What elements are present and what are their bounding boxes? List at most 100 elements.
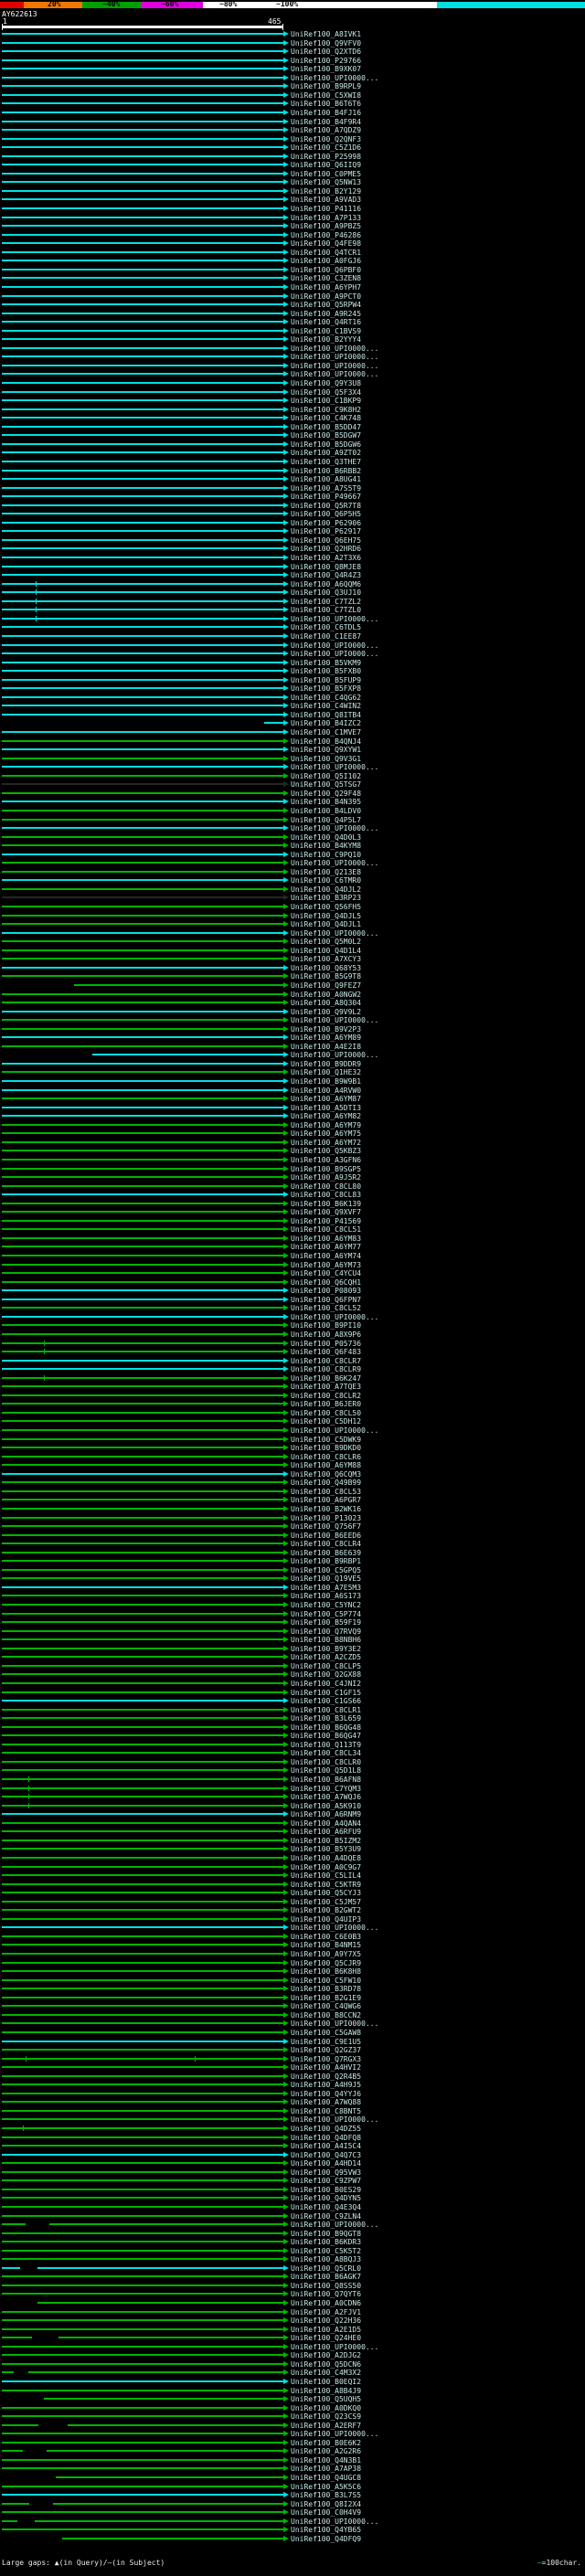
hit-row[interactable]: UniRef100_Q9V9L2 <box>0 1008 585 1016</box>
hit-label[interactable]: UniRef100_C8CLR9 <box>291 1365 361 1373</box>
hit-row[interactable]: UniRef100_B59F19 <box>0 1618 585 1627</box>
hit-row[interactable]: UniRef100_A6YM87 <box>0 1095 585 1103</box>
hit-row[interactable]: UniRef100_B4IZC2 <box>0 719 585 727</box>
hit-row[interactable]: UniRef100_UPI0000... <box>0 2518 585 2526</box>
hit-label[interactable]: UniRef100_Q24HE0 <box>291 2334 361 2342</box>
hit-label[interactable]: UniRef100_B6E639 <box>291 1549 361 1557</box>
hit-label[interactable]: UniRef100_B6AGK7 <box>291 2273 361 2281</box>
hit-row[interactable]: UniRef100_Q8ITB4 <box>0 711 585 719</box>
hit-row[interactable]: UniRef100_Q2GZ37 <box>0 2046 585 2054</box>
hit-label[interactable]: UniRef100_A2DJG2 <box>291 2351 361 2359</box>
hit-label[interactable]: UniRef100_Q756F7 <box>291 1522 361 1531</box>
hit-label[interactable]: UniRef100_Q5R7T8 <box>291 502 361 510</box>
hit-row[interactable]: UniRef100_B5DGW6 <box>0 440 585 449</box>
hit-row[interactable]: UniRef100_A0NGW2 <box>0 991 585 999</box>
hit-label[interactable]: UniRef100_UPI0000... <box>291 2518 378 2526</box>
hit-label[interactable]: UniRef100_B0EQI2 <box>291 2378 361 2386</box>
hit-label[interactable]: UniRef100_B5IZM2 <box>291 1837 361 1845</box>
hit-label[interactable]: UniRef100_A2FJV1 <box>291 2308 361 2316</box>
hit-label[interactable]: UniRef100_Q95VW3 <box>291 2168 361 2177</box>
hit-label[interactable]: UniRef100_C8CLR6 <box>291 1453 361 1461</box>
hit-row[interactable]: UniRef100_B5FXP8 <box>0 684 585 693</box>
hit-row[interactable]: UniRef100_A7AP38 <box>0 2465 585 2473</box>
hit-row[interactable]: UniRef100_Q5R7T8 <box>0 502 585 510</box>
hit-label[interactable]: UniRef100_B6KDR3 <box>291 2238 361 2246</box>
hit-label[interactable]: UniRef100_Q5F3X4 <box>291 388 361 397</box>
hit-row[interactable]: UniRef100_B6K139 <box>0 1200 585 1208</box>
hit-label[interactable]: UniRef100_A4DQE8 <box>291 1854 361 1862</box>
hit-row[interactable]: UniRef100_A7E5M3 <box>0 1584 585 1592</box>
hit-label[interactable]: UniRef100_A7QDZ9 <box>291 126 361 134</box>
hit-label[interactable]: UniRef100_Q4RT16 <box>291 318 361 326</box>
hit-label[interactable]: UniRef100_A4HVI2 <box>291 2063 361 2072</box>
hit-row[interactable]: UniRef100_UPI0000... <box>0 1426 585 1435</box>
hit-row[interactable]: UniRef100_A0CDN6 <box>0 2299 585 2307</box>
hit-row[interactable]: UniRef100_UPI0000... <box>0 615 585 623</box>
hit-row[interactable]: UniRef100_P49667 <box>0 493 585 501</box>
hit-row[interactable]: UniRef100_B3L659 <box>0 1714 585 1723</box>
hit-row[interactable]: UniRef100_C8CLP5 <box>0 1662 585 1670</box>
hit-row[interactable]: UniRef100_A6YM73 <box>0 1261 585 1269</box>
hit-label[interactable]: UniRef100_UPI0000... <box>291 1924 378 1932</box>
hit-row[interactable]: UniRef100_A9PBZ5 <box>0 222 585 230</box>
hit-label[interactable]: UniRef100_B9SGP5 <box>291 1165 361 1173</box>
hit-label[interactable]: UniRef100_C5GPQ5 <box>291 1566 361 1574</box>
hit-row[interactable]: UniRef100_Q9XVF7 <box>0 1208 585 1216</box>
hit-row[interactable]: UniRef100_P41116 <box>0 205 585 213</box>
hit-row[interactable]: UniRef100_C5KTR9 <box>0 1881 585 1889</box>
hit-row[interactable]: UniRef100_Q4DFQ8 <box>0 2134 585 2142</box>
hit-row[interactable]: UniRef100_Q5UQH5 <box>0 2395 585 2403</box>
hit-label[interactable]: UniRef100_B9RBP1 <box>291 1557 361 1565</box>
hit-label[interactable]: UniRef100_C5GAW8 <box>291 2029 361 2037</box>
hit-row[interactable]: UniRef100_C8CL83 <box>0 1191 585 1199</box>
hit-row[interactable]: UniRef100_C8CLR7 <box>0 1357 585 1365</box>
hit-row[interactable]: UniRef100_B6K247 <box>0 1374 585 1383</box>
hit-row[interactable]: UniRef100_Q5I102 <box>0 772 585 780</box>
hit-row[interactable]: UniRef100_UPI0000... <box>0 370 585 378</box>
hit-row[interactable]: UniRef100_C9E1U5 <box>0 2038 585 2046</box>
hit-row[interactable]: UniRef100_Q9VFV0 <box>0 39 585 48</box>
hit-row[interactable]: UniRef100_A9VAD3 <box>0 196 585 204</box>
hit-label[interactable]: UniRef100_UPI0000... <box>291 1313 378 1321</box>
hit-label[interactable]: UniRef100_Q6IIQ9 <box>291 161 361 169</box>
hit-label[interactable]: UniRef100_UPI0000... <box>291 650 378 658</box>
hit-label[interactable]: UniRef100_Q29F48 <box>291 790 361 798</box>
hit-label[interactable]: UniRef100_Q8SS50 <box>291 2282 361 2290</box>
hit-row[interactable]: UniRef100_Q7QYT6 <box>0 2290 585 2298</box>
hit-row[interactable]: UniRef100_Q6PBF0 <box>0 266 585 274</box>
hit-label[interactable]: UniRef100_B4LDV0 <box>291 807 361 815</box>
hit-label[interactable]: UniRef100_C1MVE7 <box>291 728 361 737</box>
hit-label[interactable]: UniRef100_UPI0000... <box>291 641 378 650</box>
hit-label[interactable]: UniRef100_Q9VFV0 <box>291 39 361 48</box>
hit-label[interactable]: UniRef100_Q4Q7C3 <box>291 2151 361 2159</box>
hit-row[interactable]: UniRef100_B9DDR9 <box>0 1060 585 1068</box>
hit-row[interactable]: UniRef100_UPI0000... <box>0 929 585 938</box>
hit-label[interactable]: UniRef100_B9Y3E2 <box>291 1645 361 1653</box>
hit-row[interactable]: UniRef100_A2FJV1 <box>0 2308 585 2316</box>
hit-row[interactable]: UniRef100_B0ES29 <box>0 2186 585 2194</box>
hit-label[interactable]: UniRef100_B59F19 <box>291 1618 361 1627</box>
hit-label[interactable]: UniRef100_Q5CYJ3 <box>291 1889 361 1897</box>
hit-row[interactable]: UniRef100_A8BQJ3 <box>0 2255 585 2263</box>
hit-row[interactable]: UniRef100_C3ZEN8 <box>0 274 585 282</box>
hit-row[interactable]: UniRef100_A4DQE8 <box>0 1854 585 1862</box>
hit-row[interactable]: UniRef100_Q6CQM3 <box>0 1470 585 1479</box>
hit-row[interactable]: UniRef100_Q4UGC8 <box>0 2474 585 2482</box>
hit-row[interactable]: UniRef100_A4H9J5 <box>0 2081 585 2089</box>
hit-row[interactable]: UniRef100_A2ERF7 <box>0 2422 585 2430</box>
hit-label[interactable]: UniRef100_A6YM75 <box>291 1129 361 1138</box>
hit-row[interactable]: UniRef100_B2WK16 <box>0 1505 585 1513</box>
hit-label[interactable]: UniRef100_Q6CQH1 <box>291 1278 361 1287</box>
hit-row[interactable]: UniRef100_Q6P5H5 <box>0 510 585 518</box>
hit-label[interactable]: UniRef100_A6YM77 <box>291 1243 361 1251</box>
hit-row[interactable]: UniRef100_Q4DJL2 <box>0 885 585 894</box>
hit-label[interactable]: UniRef100_B4KYM8 <box>291 842 361 850</box>
hit-row[interactable]: UniRef100_P62906 <box>0 519 585 527</box>
hit-label[interactable]: UniRef100_A7TQE3 <box>291 1383 361 1391</box>
hit-row[interactable]: UniRef100_C5Z1D6 <box>0 143 585 152</box>
hit-row[interactable]: UniRef100_B4LDV0 <box>0 807 585 815</box>
hit-label[interactable]: UniRef100_C8CLR4 <box>291 1540 361 1548</box>
hit-label[interactable]: UniRef100_P08093 <box>291 1287 361 1295</box>
hit-row[interactable]: UniRef100_Q9XYW1 <box>0 746 585 754</box>
hit-label[interactable]: UniRef100_C4YCU4 <box>291 1269 361 1277</box>
